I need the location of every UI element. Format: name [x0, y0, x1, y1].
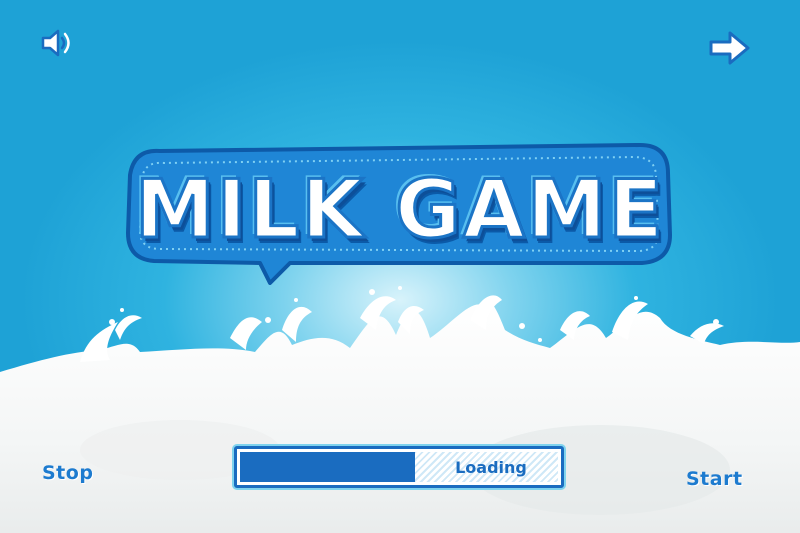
loading-bar: Loading: [234, 446, 564, 488]
game-title-badge: MILK GAME: [120, 135, 680, 285]
arrow-right-icon[interactable]: [708, 30, 752, 66]
loading-label: Loading: [455, 457, 527, 477]
loading-track: Loading: [240, 452, 558, 482]
start-button[interactable]: Start: [686, 468, 743, 490]
game-title: MILK GAME: [133, 162, 666, 258]
stop-button[interactable]: Stop: [42, 462, 93, 484]
loading-fill: [240, 452, 415, 482]
game-scene: MILK GAME Stop Loading Start: [0, 0, 800, 533]
speaker-icon[interactable]: [40, 28, 76, 58]
